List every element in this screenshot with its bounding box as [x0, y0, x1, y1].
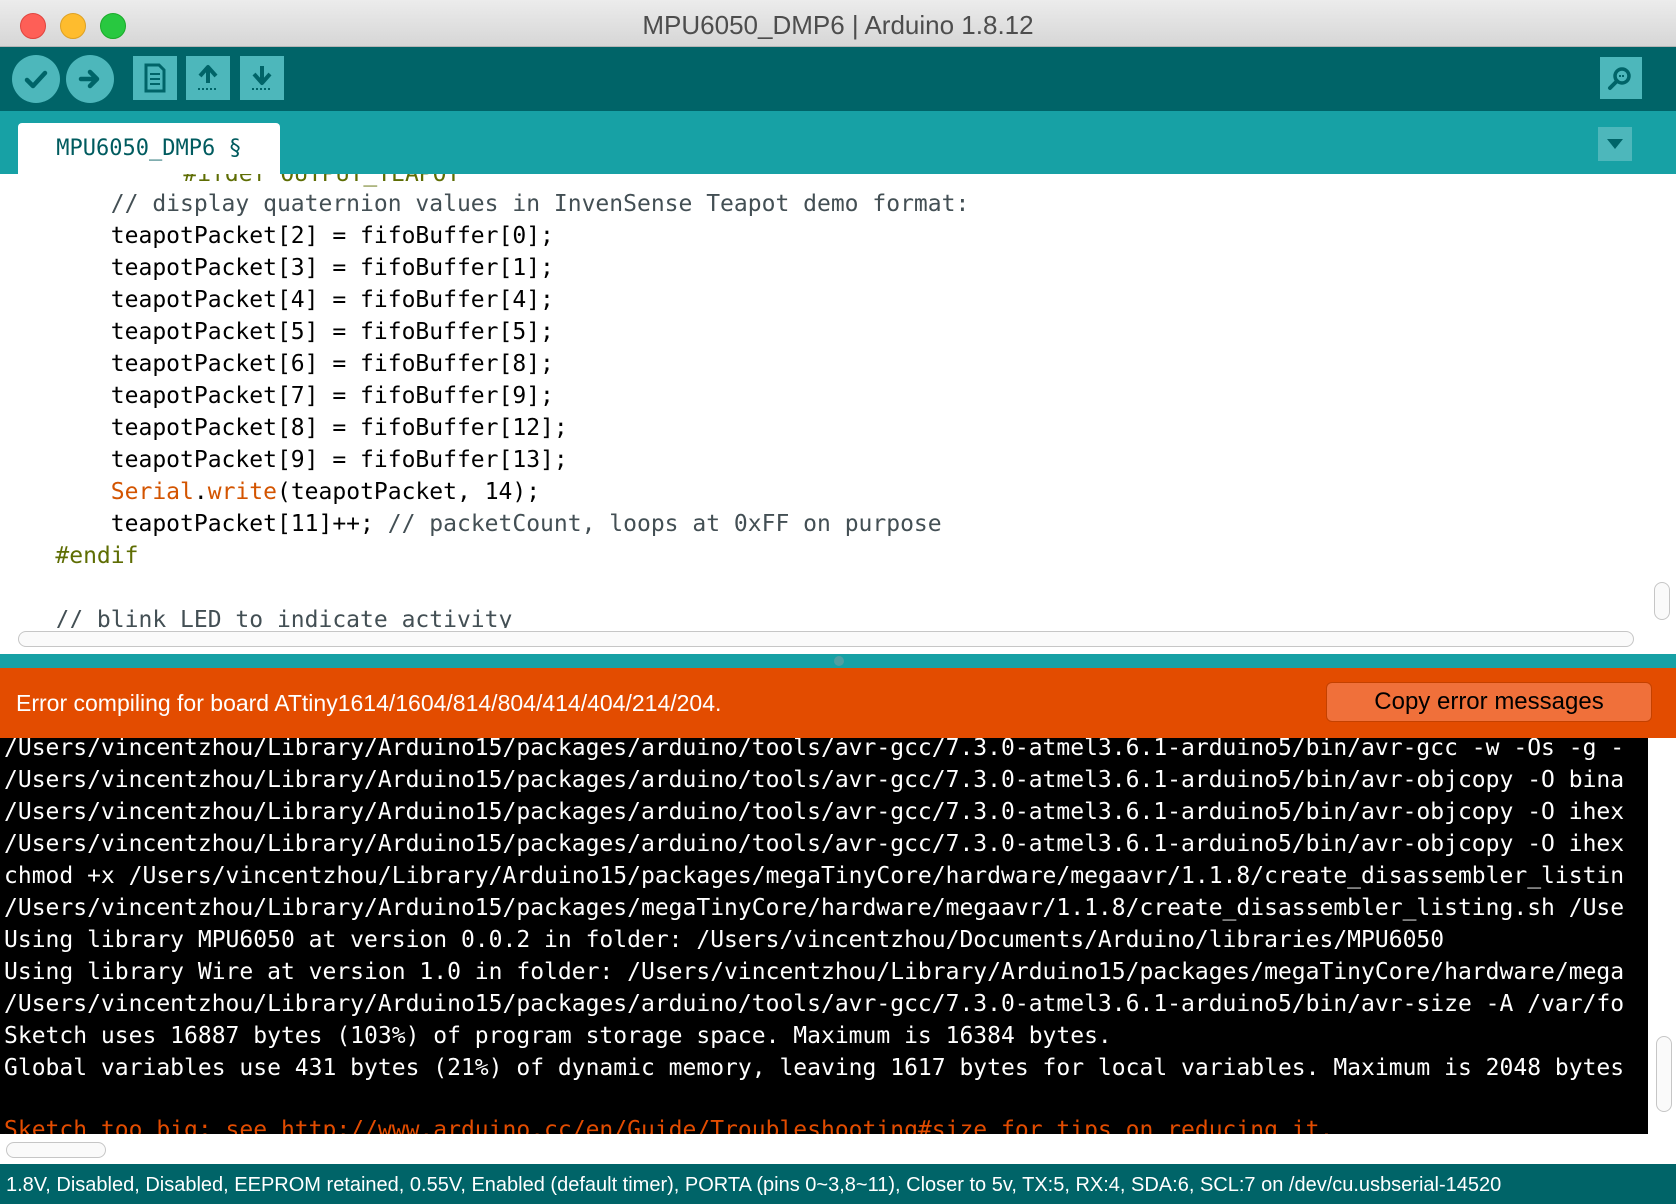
verify-button[interactable] — [12, 55, 60, 103]
console-line: /Users/vincentzhou/Library/Arduino15/pac… — [4, 895, 1625, 921]
code-comment: // packetCount, loops at 0xFF on purpose — [387, 511, 942, 537]
code-line: #endif — [0, 543, 139, 569]
code-statement: teapotPacket[11]++; — [0, 511, 388, 537]
console-line: /Users/vincentzhou/Library/Arduino15/pac… — [4, 799, 1625, 825]
code-line: teapotPacket[2] = fifoBuffer[0]; — [0, 223, 554, 249]
console-line: /Users/vincentzhou/Library/Arduino15/pac… — [4, 738, 1625, 761]
arduino-ide-window: MPU6050_DMP6 | Arduino 1.8.12 MPU6050_DM… — [0, 0, 1676, 1204]
new-sketch-button[interactable] — [133, 56, 177, 100]
code-line: teapotPacket[4] = fifoBuffer[4]; — [0, 287, 554, 313]
code-line: teapotPacket[3] = fifoBuffer[1]; — [0, 255, 554, 281]
editor-horizontal-scrollbar[interactable] — [18, 631, 1634, 647]
console-line: Using library Wire at version 1.0 in fol… — [4, 959, 1625, 985]
window-title: MPU6050_DMP6 | Arduino 1.8.12 — [642, 10, 1034, 40]
console-line: Global variables use 431 bytes (21%) of … — [4, 1055, 1625, 1081]
tab-bar: MPU6050_DMP6 § — [0, 111, 1676, 174]
code-line-packet-count: teapotPacket[11]++; // packetCount, loop… — [0, 508, 942, 540]
code-line: teapotPacket[9] = fifoBuffer[13]; — [0, 447, 568, 473]
console-line: Sketch uses 16887 bytes (103%) of progra… — [4, 1023, 1112, 1049]
console-line: chmod +x /Users/vincentzhou/Library/Ardu… — [4, 863, 1625, 889]
write-keyword: write — [207, 479, 277, 505]
console-line: /Users/vincentzhou/Library/Arduino15/pac… — [4, 991, 1625, 1017]
code-editor[interactable]: #ifdef OUTPUT_TEAPOT // display quaterni… — [0, 174, 1676, 628]
serial-monitor-button[interactable] — [1600, 57, 1642, 99]
board-info-footer: 1.8V, Disabled, Disabled, EEPROM retaine… — [0, 1164, 1676, 1204]
title-bar: MPU6050_DMP6 | Arduino 1.8.12 — [0, 0, 1676, 47]
copy-error-messages-button[interactable]: Copy error messages — [1326, 682, 1652, 722]
editor-scroll-area — [0, 628, 1676, 654]
console-line: /Users/vincentzhou/Library/Arduino15/pac… — [4, 767, 1625, 793]
code-line-serial-write: Serial.write(teapotPacket, 14); — [0, 476, 540, 508]
save-sketch-button[interactable] — [240, 56, 284, 100]
open-arrow-up-icon — [198, 65, 218, 90]
code-line: teapotPacket[5] = fifoBuffer[5]; — [0, 319, 554, 345]
arrow-right-icon — [78, 69, 100, 89]
console-horizontal-scrollbar[interactable] — [6, 1142, 106, 1158]
console-line: Using library MPU6050 at version 0.0.2 i… — [4, 927, 1445, 953]
tab-menu-button[interactable] — [1598, 127, 1632, 161]
tab-sketch[interactable]: MPU6050_DMP6 § — [18, 123, 280, 174]
splitter[interactable] — [0, 654, 1676, 668]
console-error-line: Sketch too big; see http://www.arduino.c… — [4, 1117, 1334, 1134]
code-line: teapotPacket[8] = fifoBuffer[12]; — [0, 415, 568, 441]
new-file-icon — [144, 63, 166, 93]
save-arrow-down-icon — [252, 66, 272, 90]
error-message: Error compiling for board ATtiny1614/160… — [16, 690, 722, 716]
console-line: /Users/vincentzhou/Library/Arduino15/pac… — [4, 831, 1625, 857]
status-bar-error: Error compiling for board ATtiny1614/160… — [0, 668, 1676, 738]
console-scroll-area — [0, 1134, 1676, 1164]
code-line: // blink LED to indicate activity — [0, 607, 513, 628]
editor-vertical-scrollbar[interactable] — [1654, 582, 1670, 620]
upload-button[interactable] — [66, 55, 114, 103]
magnifier-icon — [1608, 67, 1631, 90]
code-line: // display quaternion values in InvenSen… — [0, 191, 970, 217]
open-sketch-button[interactable] — [186, 56, 230, 100]
checkmark-icon — [24, 70, 48, 89]
board-info-text: 1.8V, Disabled, Disabled, EEPROM retaine… — [6, 1174, 1502, 1196]
code-args: (teapotPacket, 14); — [276, 479, 541, 505]
serial-keyword: Serial — [110, 479, 194, 505]
toolbar — [0, 47, 1676, 111]
console-vertical-scrollbar[interactable] — [1656, 1036, 1672, 1112]
chevron-down-icon — [1607, 139, 1623, 149]
splitter-handle[interactable] — [834, 656, 844, 666]
code-dot: . — [193, 479, 208, 505]
code-line: teapotPacket[7] = fifoBuffer[9]; — [0, 383, 554, 409]
console-output[interactable]: /Users/vincentzhou/Library/Arduino15/pac… — [0, 738, 1648, 1134]
code-line: teapotPacket[6] = fifoBuffer[8]; — [0, 351, 554, 377]
